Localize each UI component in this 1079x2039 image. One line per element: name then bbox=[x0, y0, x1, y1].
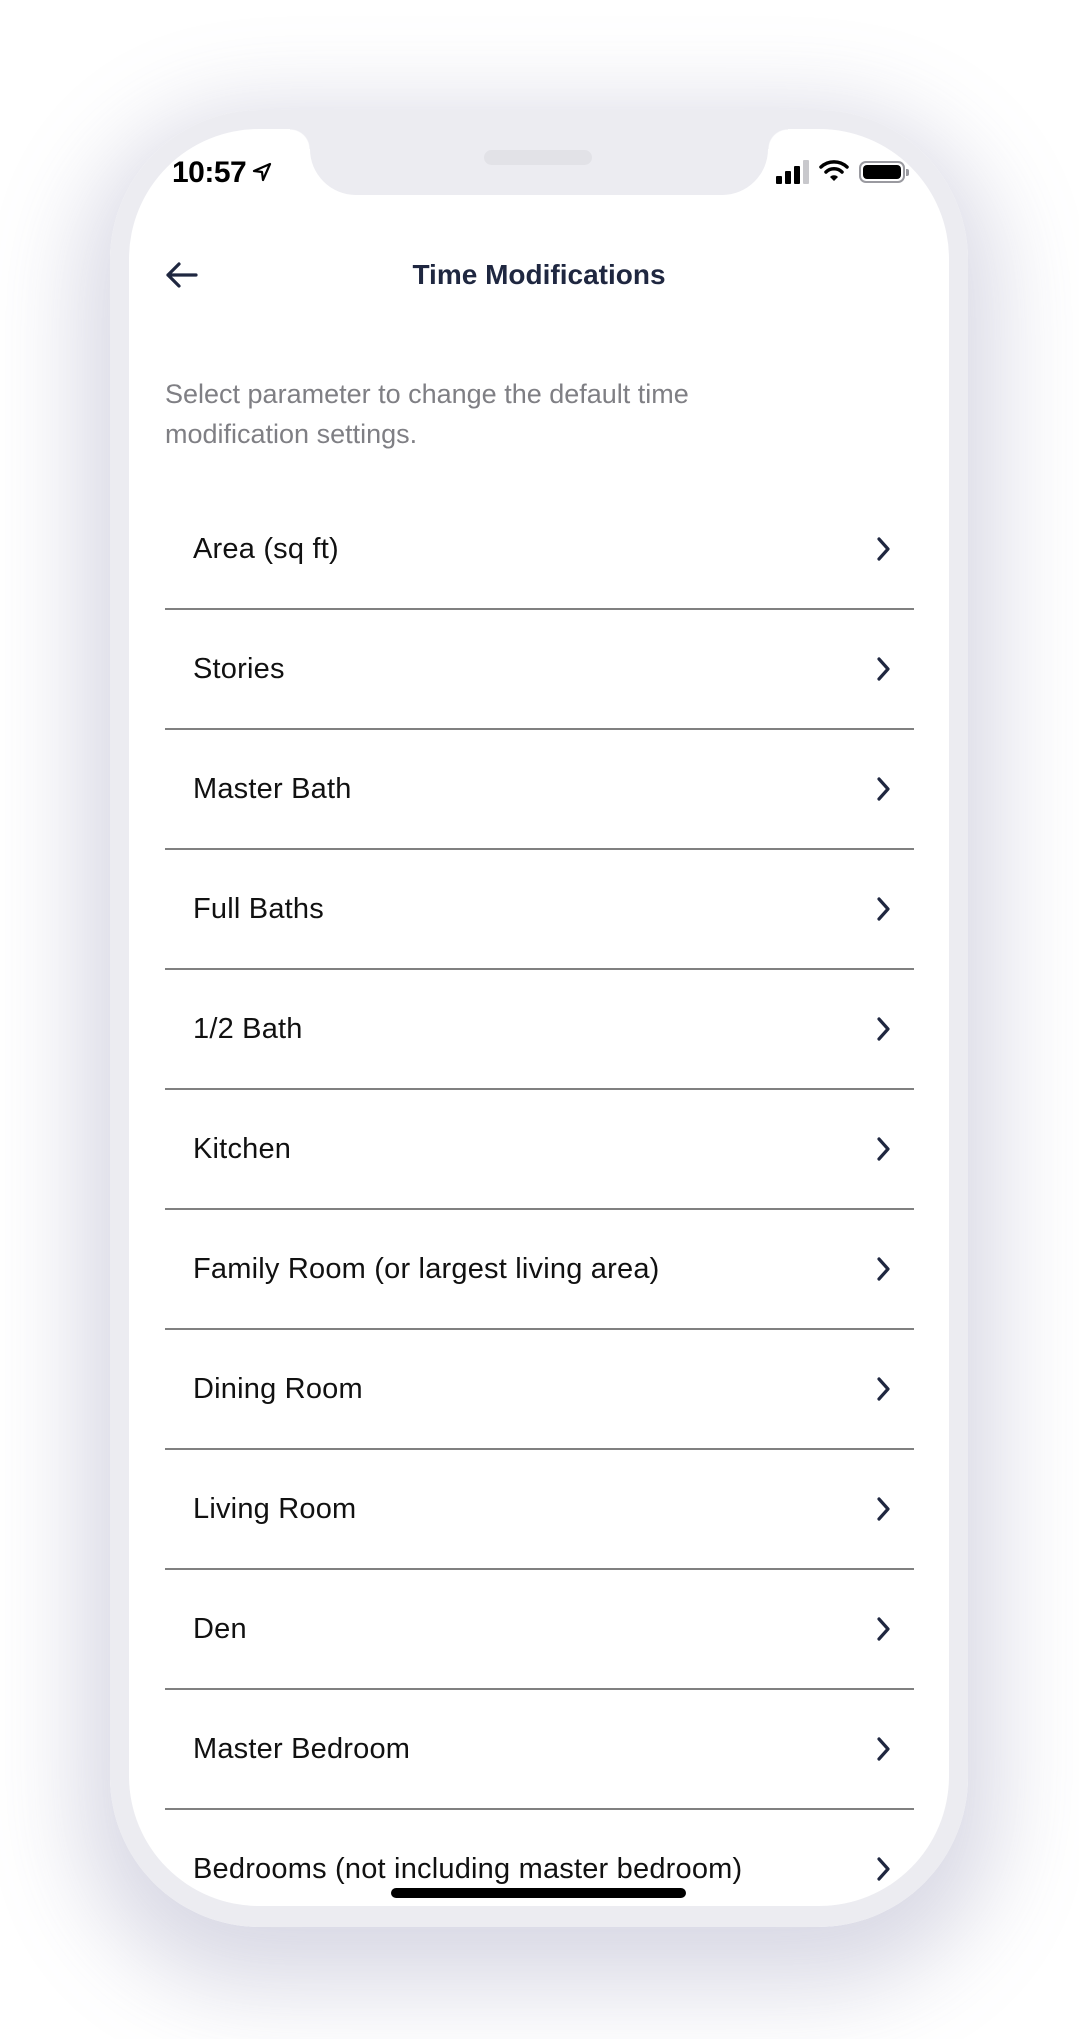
app-screen: 10:57 Time Modifications Select paramete… bbox=[129, 129, 949, 1906]
parameter-item-dining-room[interactable]: Dining Room bbox=[165, 1330, 914, 1450]
chevron-right-icon bbox=[877, 1377, 890, 1401]
home-indicator[interactable] bbox=[391, 1888, 686, 1898]
speaker-grille bbox=[484, 150, 592, 165]
chevron-right-icon bbox=[877, 897, 890, 921]
chevron-right-icon bbox=[877, 1017, 890, 1041]
parameter-item-full-baths[interactable]: Full Baths bbox=[165, 850, 914, 970]
page-description: Select parameter to change the default t… bbox=[165, 379, 689, 449]
parameter-item-1-2-bath[interactable]: 1/2 Bath bbox=[165, 970, 914, 1090]
location-arrow-icon bbox=[252, 156, 272, 190]
parameter-list: Area (sq ft) Stories Master Bath Full Ba… bbox=[165, 490, 914, 1906]
parameter-label: Area (sq ft) bbox=[193, 532, 339, 565]
parameter-label: Family Room (or largest living area) bbox=[193, 1252, 660, 1285]
chevron-right-icon bbox=[877, 1257, 890, 1281]
parameter-label: Den bbox=[193, 1612, 247, 1645]
parameter-item-den[interactable]: Den bbox=[165, 1570, 914, 1690]
chevron-right-icon bbox=[877, 1617, 890, 1641]
chevron-right-icon bbox=[877, 537, 890, 561]
parameter-label: Kitchen bbox=[193, 1132, 292, 1165]
parameter-label: Living Room bbox=[193, 1492, 357, 1525]
parameter-item-stories[interactable]: Stories bbox=[165, 610, 914, 730]
parameter-label: Master Bath bbox=[193, 772, 352, 805]
parameter-item-master-bedroom[interactable]: Master Bedroom bbox=[165, 1690, 914, 1810]
status-time: 10:57 bbox=[172, 156, 272, 190]
chevron-right-icon bbox=[877, 1857, 890, 1881]
battery-icon bbox=[859, 161, 909, 183]
wifi-icon bbox=[819, 158, 849, 187]
parameter-label: Full Baths bbox=[193, 892, 324, 925]
chevron-right-icon bbox=[877, 777, 890, 801]
chevron-right-icon bbox=[877, 657, 890, 681]
parameter-label: 1/2 Bath bbox=[193, 1012, 303, 1045]
parameter-item-kitchen[interactable]: Kitchen bbox=[165, 1090, 914, 1210]
device-notch bbox=[290, 129, 788, 195]
parameter-item-master-bath[interactable]: Master Bath bbox=[165, 730, 914, 850]
status-time-text: 10:57 bbox=[172, 156, 247, 189]
chevron-right-icon bbox=[877, 1737, 890, 1761]
parameter-label: Master Bedroom bbox=[193, 1732, 411, 1765]
parameter-label: Bedrooms (not including master bedroom) bbox=[193, 1852, 743, 1885]
chevron-right-icon bbox=[877, 1137, 890, 1161]
cellular-signal-icon bbox=[776, 160, 809, 184]
page-title: Time Modifications bbox=[412, 259, 666, 290]
parameter-label: Stories bbox=[193, 652, 285, 685]
parameter-label: Dining Room bbox=[193, 1372, 363, 1405]
parameter-item-family-room-or-largest-living-area[interactable]: Family Room (or largest living area) bbox=[165, 1210, 914, 1330]
parameter-item-area-sq-ft[interactable]: Area (sq ft) bbox=[165, 490, 914, 610]
status-icons bbox=[776, 157, 909, 187]
parameter-item-living-room[interactable]: Living Room bbox=[165, 1450, 914, 1570]
chevron-right-icon bbox=[877, 1497, 890, 1521]
